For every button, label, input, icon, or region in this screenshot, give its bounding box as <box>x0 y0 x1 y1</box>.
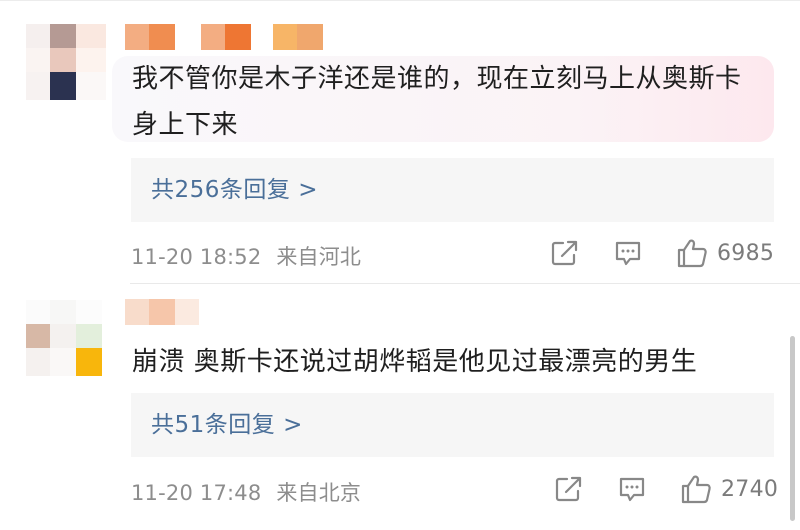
top-divider <box>0 0 800 1</box>
location: 来自河北 <box>276 245 362 269</box>
comment-icon[interactable] <box>614 240 642 266</box>
share-icon[interactable] <box>555 476 583 502</box>
view-replies-link[interactable]: 共51条回复 > <box>151 393 303 457</box>
timestamp: 11-20 18:52 <box>131 245 262 269</box>
thumbs-up-icon[interactable] <box>680 474 712 504</box>
comment-text: 崩溃 奥斯卡还说过胡烨韬是他见过最漂亮的男生 <box>132 347 698 377</box>
username[interactable] <box>125 299 205 325</box>
view-replies-link[interactable]: 共256条回复 > <box>151 158 318 222</box>
location: 来自北京 <box>276 481 362 505</box>
comment-icon[interactable] <box>618 476 646 502</box>
like-count: 2740 <box>721 477 779 502</box>
comment-text: 我不管你是木子洋还是谁的，现在立刻马上从奥斯卡身上下来 <box>132 64 742 140</box>
timestamp: 11-20 17:48 <box>131 481 262 505</box>
avatar[interactable] <box>26 300 106 380</box>
comment-meta: 11-20 17:48 来自北京 <box>131 477 361 507</box>
username[interactable] <box>125 24 325 50</box>
share-icon[interactable] <box>551 240 579 266</box>
comment-divider <box>130 283 800 284</box>
like-count: 6985 <box>717 241 775 266</box>
reply-box[interactable]: 共51条回复 > <box>131 393 774 457</box>
avatar[interactable] <box>26 24 106 102</box>
thumbs-up-icon[interactable] <box>676 238 708 268</box>
reply-box[interactable]: 共256条回复 > <box>131 158 774 222</box>
comment-meta: 11-20 18:52 来自河北 <box>131 241 361 271</box>
scrollbar[interactable] <box>790 336 795 521</box>
